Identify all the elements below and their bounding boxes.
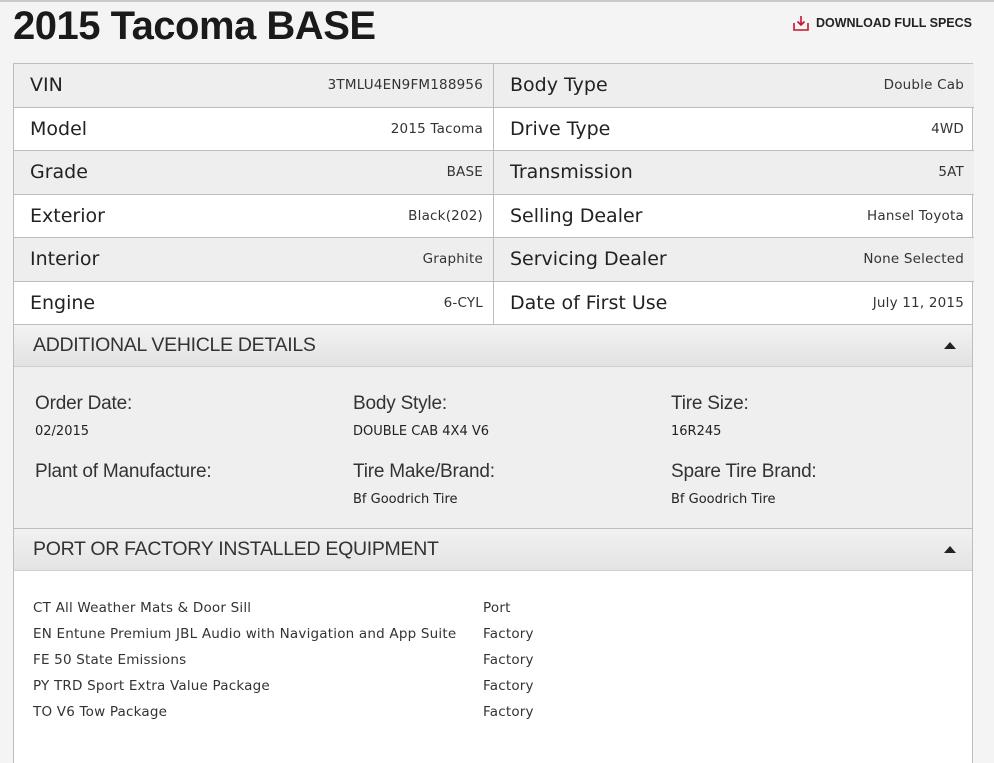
detail-tire-size: Tire Size: 16R245 (671, 393, 749, 439)
equipment-type: Port (483, 600, 511, 616)
spec-value: July 11, 2015 (872, 295, 964, 312)
detail-value: 02/2015 (35, 424, 90, 439)
spec-row-vin: VIN 3TMLU4EN9FM188956 (14, 64, 493, 108)
list-item: TO V6 Tow Package Factory (14, 705, 972, 719)
spec-value: 4WD (931, 120, 964, 137)
detail-label: Spare Tire Brand: (671, 461, 817, 482)
detail-label: Order Date: (35, 393, 133, 414)
detail-label: Tire Size: (671, 393, 749, 414)
installed-equipment-header[interactable]: PORT OR FACTORY INSTALLED EQUIPMENT (14, 529, 972, 571)
spec-value: None Selected (863, 251, 964, 268)
equipment-type: Factory (483, 626, 534, 642)
spec-row-engine: Engine 6-CYL (14, 282, 493, 326)
equipment-name: PY TRD Sport Extra Value Package (33, 678, 270, 694)
additional-details-header[interactable]: ADDITIONAL VEHICLE DETAILS (14, 325, 972, 367)
spec-label: Model (30, 117, 88, 140)
spec-value: 3TMLU4EN9FM188956 (327, 77, 483, 94)
list-item: EN Entune Premium JBL Audio with Navigat… (14, 627, 972, 641)
vehicle-specs-table: VIN 3TMLU4EN9FM188956 Model 2015 Tacoma … (13, 63, 974, 325)
spec-row-grade: Grade BASE (14, 151, 493, 195)
detail-label: Plant of Manufacture: (35, 461, 212, 482)
spec-label: Engine (30, 292, 96, 315)
spec-label: Interior (30, 248, 100, 271)
spec-value: Black(202) (408, 207, 483, 224)
download-icon (792, 14, 810, 32)
detail-value: DOUBLE CAB 4X4 V6 (353, 424, 490, 439)
spec-value: BASE (446, 164, 483, 181)
spec-row-exterior: Exterior Black(202) (14, 195, 493, 238)
detail-label: Body Style: (353, 393, 447, 414)
spec-row-body-type: Body Type Double Cab (494, 64, 974, 108)
spec-value: 2015 Tacoma (390, 120, 483, 137)
detail-value: Bf Goodrich Tire (353, 492, 458, 507)
equipment-name: FE 50 State Emissions (33, 652, 187, 668)
equipment-name: EN Entune Premium JBL Audio with Navigat… (33, 626, 457, 642)
list-item: PY TRD Sport Extra Value Package Factory (14, 679, 972, 693)
equipment-type: Factory (483, 652, 534, 668)
download-label: DOWNLOAD FULL SPECS (815, 16, 972, 30)
caret-up-icon[interactable] (944, 546, 956, 553)
page-title: 2015 Tacoma BASE (13, 4, 376, 48)
equipment-type: Factory (483, 704, 534, 720)
detail-value: Bf Goodrich Tire (671, 492, 776, 507)
spec-row-date-first-use: Date of First Use July 11, 2015 (494, 282, 974, 326)
spec-label: Grade (30, 161, 88, 184)
section-title: ADDITIONAL VEHICLE DETAILS (33, 334, 316, 356)
spec-label: VIN (30, 74, 63, 97)
detail-plant: Plant of Manufacture: (35, 461, 212, 492)
spec-value: Graphite (422, 251, 483, 268)
section-title: PORT OR FACTORY INSTALLED EQUIPMENT (33, 538, 439, 560)
spec-row-servicing-dealer: Servicing Dealer None Selected (494, 238, 974, 282)
spec-row-model: Model 2015 Tacoma (14, 108, 493, 151)
list-item: FE 50 State Emissions Factory (14, 653, 972, 667)
detail-order-date: Order Date: 02/2015 (35, 393, 132, 439)
spec-value: Hansel Toyota (867, 207, 964, 224)
equipment-list: CT All Weather Mats & Door Sill Port EN … (14, 571, 972, 719)
spec-label: Date of First Use (510, 292, 668, 315)
spec-row-transmission: Transmission 5AT (494, 151, 974, 195)
detail-tire-brand: Tire Make/Brand: Bf Goodrich Tire (353, 461, 495, 507)
spec-label: Drive Type (510, 117, 611, 140)
spec-label: Transmission (510, 161, 633, 184)
equipment-type: Factory (483, 678, 534, 694)
spec-value: 6-CYL (443, 295, 483, 312)
installed-equipment-section: PORT OR FACTORY INSTALLED EQUIPMENT CT A… (13, 529, 973, 763)
spec-row-interior: Interior Graphite (14, 238, 493, 282)
spec-row-drive-type: Drive Type 4WD (494, 108, 974, 151)
spec-value: 5AT (938, 164, 964, 181)
list-item: CT All Weather Mats & Door Sill Port (14, 601, 972, 615)
spec-label: Body Type (510, 74, 608, 97)
spec-label: Servicing Dealer (510, 248, 667, 271)
top-divider (0, 0, 994, 2)
details-grid: Order Date: 02/2015 Body Style: DOUBLE C… (14, 367, 972, 529)
detail-body-style: Body Style: DOUBLE CAB 4X4 V6 (353, 393, 489, 439)
additional-details-section: ADDITIONAL VEHICLE DETAILS Order Date: 0… (13, 325, 973, 529)
equipment-name: CT All Weather Mats & Door Sill (33, 600, 252, 616)
detail-spare-tire-brand: Spare Tire Brand: Bf Goodrich Tire (671, 461, 817, 507)
equipment-name: TO V6 Tow Package (33, 704, 168, 720)
download-full-specs-link[interactable]: DOWNLOAD FULL SPECS (792, 14, 972, 32)
spec-value: Double Cab (883, 77, 964, 94)
specs-left-column: VIN 3TMLU4EN9FM188956 Model 2015 Tacoma … (14, 64, 494, 325)
spec-row-selling-dealer: Selling Dealer Hansel Toyota (494, 195, 974, 238)
specs-right-column: Body Type Double Cab Drive Type 4WD Tran… (494, 64, 974, 325)
detail-value: 16R245 (671, 424, 722, 439)
spec-label: Selling Dealer (510, 204, 643, 227)
spec-label: Exterior (30, 204, 105, 227)
detail-label: Tire Make/Brand: (353, 461, 495, 482)
caret-up-icon[interactable] (944, 342, 956, 349)
